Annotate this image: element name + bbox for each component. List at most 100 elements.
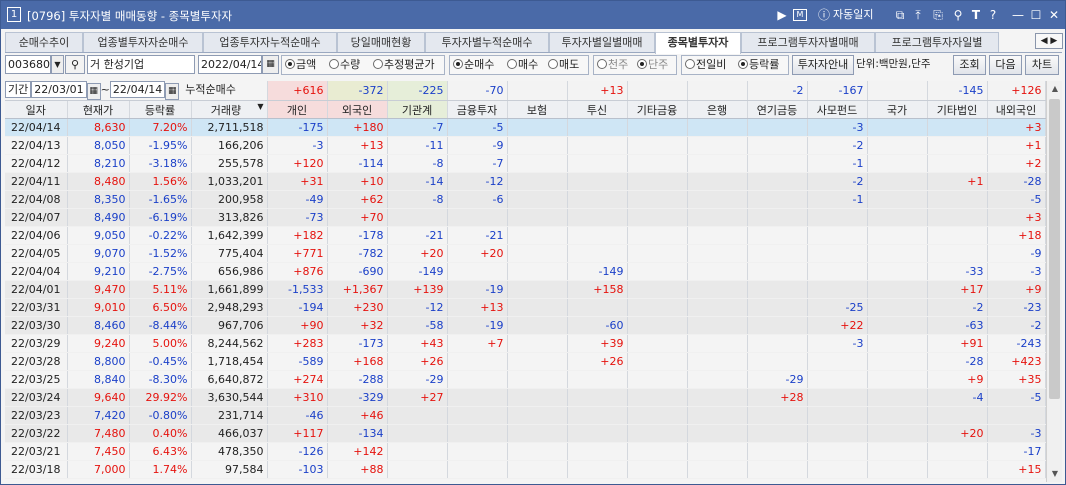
table-row[interactable]: 22/03/24 9,640 29.92% 3,630,544 +310 -329 +27 +… xyxy=(5,388,1046,407)
column-header[interactable]: 기타금융 xyxy=(627,100,688,119)
table-row[interactable]: 22/03/29 9,240 5.00% 8,244,562 +283 -173 +43 +7… xyxy=(5,334,1046,353)
table-row[interactable]: 22/04/12 8,210 -3.18% 255,578 +120 -114 -8 -7 -1… xyxy=(5,154,1046,173)
table-row[interactable]: 22/03/22 7,480 0.40% 466,037 +117 -134 +20 -3 xyxy=(5,424,1046,443)
vertical-scrollbar[interactable]: ▲ ▼ xyxy=(1046,81,1062,482)
table-row[interactable]: 22/04/06 9,050 -0.22% 1,642,399 +182 -178 -21-… xyxy=(5,226,1046,245)
radio-buy[interactable]: 매수 xyxy=(507,55,538,74)
close-icon[interactable]: ✕ xyxy=(1047,7,1061,23)
search-icon[interactable]: ⚲ xyxy=(65,55,85,74)
table-row[interactable]: 22/04/07 8,490 -6.19% 313,826 -73 +70 +3 xyxy=(5,208,1046,227)
summary-cell: -372 xyxy=(327,81,388,101)
column-header[interactable]: 기타법인 xyxy=(927,100,988,119)
date-input[interactable]: 2022/04/14 xyxy=(198,55,262,74)
column-header[interactable]: 개인 xyxy=(267,100,328,119)
radio-single-shares[interactable]: 단주 xyxy=(637,55,668,74)
column-header[interactable]: 등락률 xyxy=(129,100,192,119)
table-cell xyxy=(927,208,988,227)
radio-quantity[interactable]: 수량 xyxy=(329,55,360,74)
table-row[interactable]: 22/03/28 8,800 -0.45% 1,718,454 -589 +168 +26 +… xyxy=(5,352,1046,371)
maximize-icon[interactable]: ☐ xyxy=(1029,7,1043,23)
stock-name-field[interactable]: 거 한성기업 xyxy=(87,55,195,74)
tab-net-buy-trend[interactable]: 순매수추이 xyxy=(5,32,83,52)
column-header[interactable]: 기관계 xyxy=(387,100,448,119)
from-calendar-icon[interactable]: ▦ xyxy=(86,83,101,100)
table-cell: -28 xyxy=(987,172,1046,191)
radio-amount[interactable]: 금액 xyxy=(285,55,316,74)
table-row[interactable]: 22/04/08 8,350 -1.65% 200,958 -49 +62 -8 -6 -1 -5 xyxy=(5,190,1046,209)
table-row[interactable]: 22/04/14 8,630 7.20% 2,711,518 -175 +180 -7 -5 -… xyxy=(5,118,1046,137)
auto-diary-button[interactable]: 자동일지 xyxy=(833,7,881,23)
radio-sell[interactable]: 매도 xyxy=(548,55,579,74)
tab-daily-trade-status[interactable]: 당일매매현황 xyxy=(337,32,425,52)
radio-prev-day-change[interactable]: 전일비 xyxy=(685,55,726,74)
table-row[interactable]: 22/04/05 9,070 -1.52% 775,404 +771 -782 +20 +20… xyxy=(5,244,1046,263)
table-row[interactable]: 22/04/13 8,050 -1.95% 166,206 -3 +13 -11 -9 -2 +1 xyxy=(5,136,1046,155)
minimize-icon[interactable]: — xyxy=(1011,7,1025,23)
info-icon[interactable]: ⓘ xyxy=(817,7,831,23)
column-header[interactable]: 외국인 xyxy=(327,100,388,119)
column-header[interactable]: 연기금등 xyxy=(747,100,808,119)
tab-program-investor-trade[interactable]: 프로그램투자자별매매 xyxy=(741,32,875,52)
scroll-up-arrow-icon[interactable]: ▲ xyxy=(1047,81,1063,97)
next-button[interactable]: 다음 xyxy=(989,55,1022,75)
table-cell: -114 xyxy=(327,154,388,173)
query-button[interactable]: 조회 xyxy=(953,55,986,75)
tab-sector-investor-net-buy[interactable]: 업종별투자자순매수 xyxy=(83,32,203,52)
stock-code-input[interactable]: 003680 xyxy=(5,55,51,74)
sort-dropdown-icon[interactable]: ▼ xyxy=(257,102,263,111)
period-to-input[interactable]: 22/04/14 xyxy=(109,81,166,98)
column-header[interactable]: 내외국인 xyxy=(987,100,1046,119)
play-icon[interactable]: ▶ xyxy=(776,7,788,23)
table-row[interactable]: 22/03/25 8,840 -8.30% 6,640,872 +274 -288 -29-… xyxy=(5,370,1046,389)
column-header[interactable]: 투신 xyxy=(567,100,628,119)
stock-code-dropdown-icon[interactable]: ▼ xyxy=(51,55,64,74)
table-row[interactable]: 22/03/18 7,000 1.74% 97,584 -103 +88 +15 xyxy=(5,460,1046,479)
tab-program-investor-daily[interactable]: 프로그램투자자일별 xyxy=(875,32,999,52)
table-row[interactable]: 22/04/11 8,480 1.56% 1,033,201 +31 +10 -14 -12 -… xyxy=(5,172,1046,191)
radio-net-buy[interactable]: 순매수 xyxy=(453,55,494,74)
scroll-down-arrow-icon[interactable]: ▼ xyxy=(1047,466,1063,482)
to-calendar-icon[interactable]: ▦ xyxy=(165,83,180,100)
table-cell xyxy=(567,370,628,389)
table-row[interactable]: 22/03/30 8,460 -8.44% 967,706 +90 +32 -58 -19 -6… xyxy=(5,316,1046,335)
radio-thousand-shares[interactable]: 천주 xyxy=(597,55,628,74)
column-header[interactable]: 현재가 xyxy=(67,100,130,119)
column-header[interactable]: 보험 xyxy=(507,100,568,119)
table-row[interactable]: 22/04/01 9,470 5.11% 1,661,899 -1,533 +1,367 +… xyxy=(5,280,1046,299)
table-row[interactable]: 22/03/31 9,010 6.50% 2,948,293 -194 +230 -12 +1… xyxy=(5,298,1046,317)
chart-button[interactable]: 차트 xyxy=(1025,55,1059,75)
tab-investor-daily-trade[interactable]: 투자자별일별매매 xyxy=(549,32,655,52)
investor-guide-button[interactable]: 투자자안내 xyxy=(792,55,854,75)
radio-change-rate[interactable]: 등락률 xyxy=(738,55,779,74)
font-size-icon[interactable]: T xyxy=(969,7,983,23)
tab-sector-investor-cumulative[interactable]: 업종투자자누적순매수 xyxy=(203,32,337,52)
column-header[interactable]: 은행 xyxy=(687,100,748,119)
tab-stock-investor[interactable]: 종목별투자자 xyxy=(655,32,741,54)
table-row[interactable]: 22/03/23 7,420 -0.80% 231,714 -46 +46 xyxy=(5,406,1046,425)
help-icon[interactable]: ? xyxy=(986,7,1000,23)
table-cell: +120 xyxy=(267,154,328,173)
table-row[interactable]: 22/03/21 7,450 6.43% 478,350 -126 +142 -17 xyxy=(5,442,1046,461)
table-row[interactable]: 22/04/04 9,210 -2.75% 656,986 +876 -690 -149 -1… xyxy=(5,262,1046,281)
column-header[interactable]: 금융투자 xyxy=(447,100,508,119)
memo-icon[interactable]: M xyxy=(793,9,807,21)
period-from-input[interactable]: 22/03/01 xyxy=(31,81,87,98)
radio-estimated-average[interactable]: 추정평균가 xyxy=(373,55,435,74)
table-cell xyxy=(687,370,748,389)
column-header[interactable]: 거래량 ▼ xyxy=(191,100,268,119)
tab-investor-cumulative-net-buy[interactable]: 투자자별누적순매수 xyxy=(425,32,549,52)
column-header[interactable]: 사모펀드 xyxy=(807,100,868,119)
table-cell: -73 xyxy=(267,208,328,227)
table-cell xyxy=(627,154,688,173)
calendar-icon[interactable]: ▦ xyxy=(262,55,279,74)
table-cell: 1,642,399 xyxy=(191,226,268,245)
column-header[interactable]: 국가 xyxy=(867,100,928,119)
table-cell xyxy=(807,424,868,443)
tab-scroll-arrows[interactable]: ◀ ▶ xyxy=(1035,33,1063,49)
pin-top-icon[interactable]: ⤒ xyxy=(911,7,925,23)
window-split-icon[interactable]: ⎘ xyxy=(931,7,945,23)
scroll-thumb[interactable] xyxy=(1049,99,1060,399)
pushpin-icon[interactable]: ⚲ xyxy=(951,7,965,23)
window-link-icon[interactable]: ⧉ xyxy=(893,7,907,23)
column-header[interactable]: 일자 xyxy=(5,100,68,119)
